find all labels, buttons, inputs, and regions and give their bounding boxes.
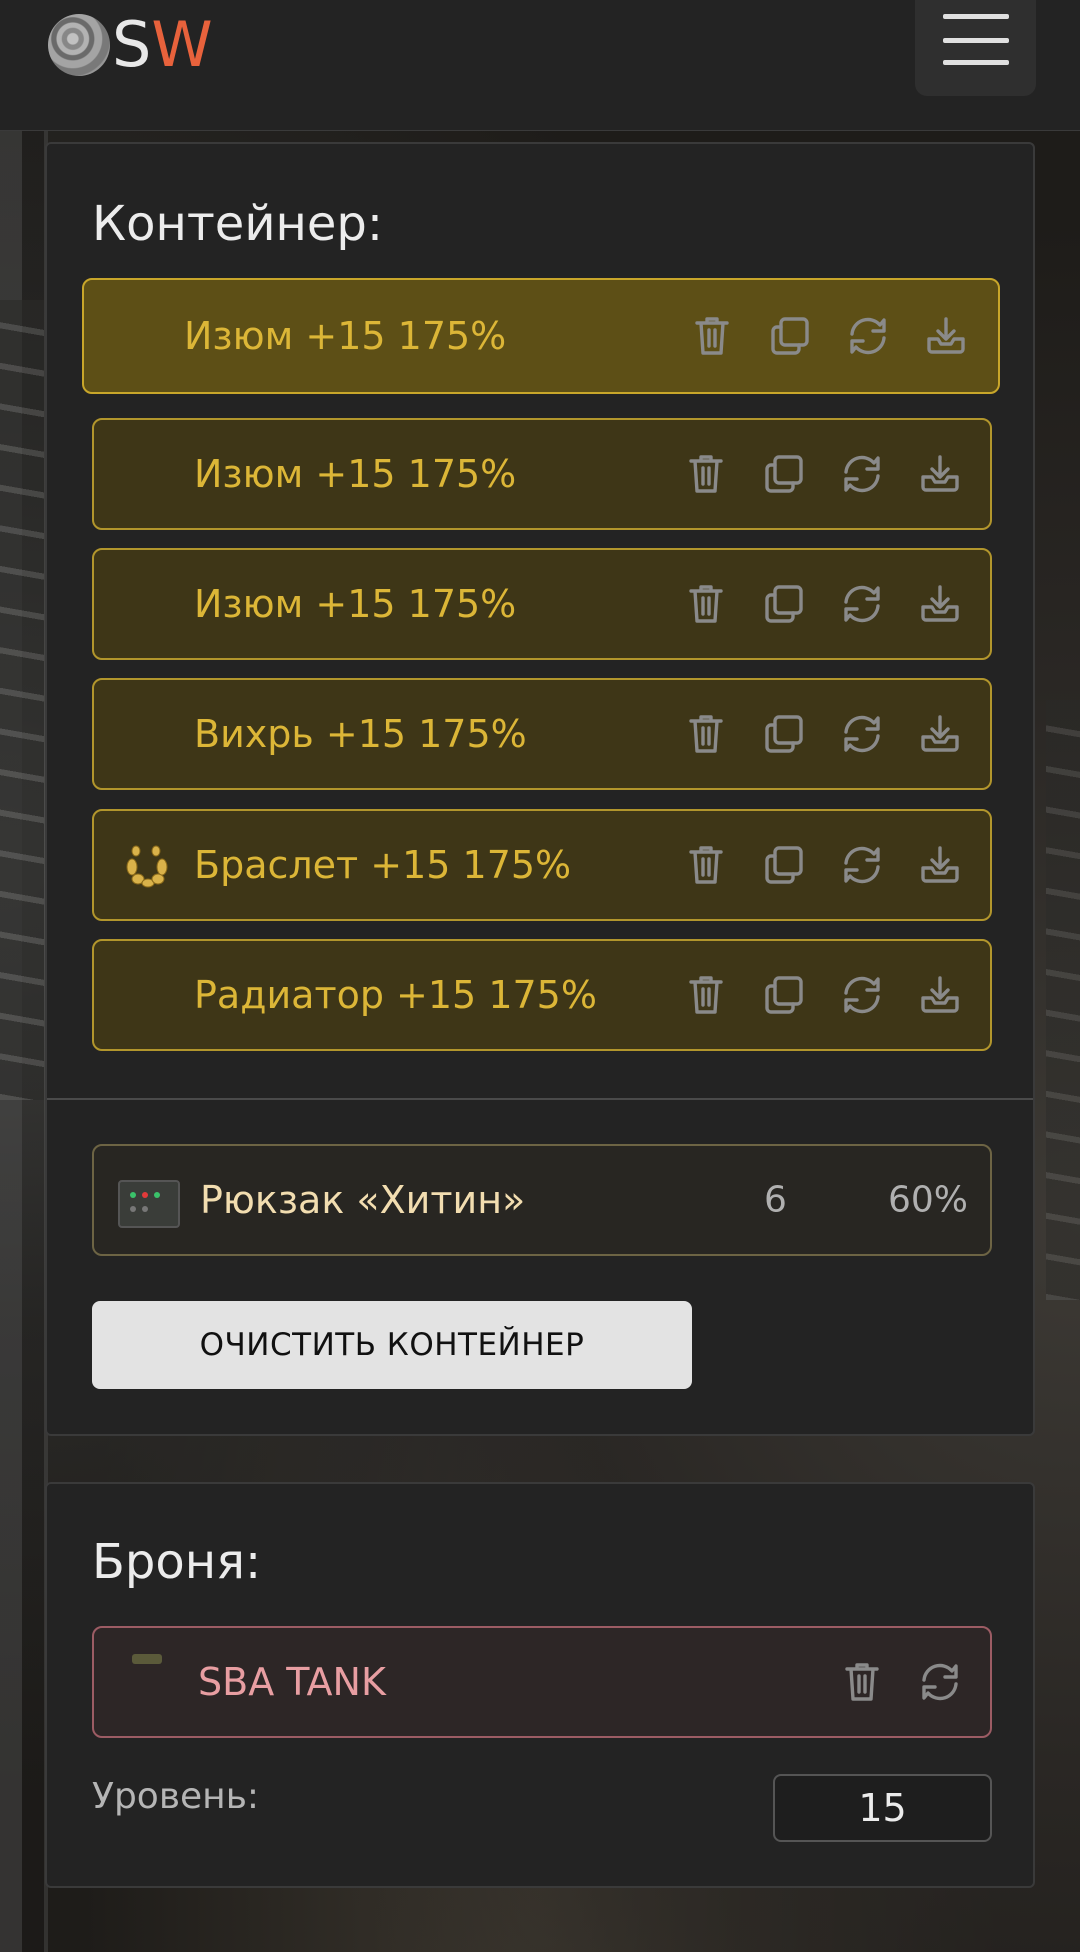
level-label: Уровень:: [92, 1776, 260, 1817]
container-item[interactable]: Вихрь +15 175%: [92, 678, 992, 790]
download-icon[interactable]: [916, 841, 964, 889]
logo-letter-w: W: [151, 8, 213, 81]
backpack-row[interactable]: Рюкзак «Хитин» 6 60%: [92, 1144, 992, 1256]
refresh-icon[interactable]: [838, 710, 886, 758]
backpack-name: Рюкзак «Хитин»: [200, 1178, 526, 1222]
container-card: Контейнер: Изюм +15 175% Изюм +15 175% Изю…: [45, 142, 1035, 1436]
copy-icon[interactable]: [760, 841, 808, 889]
container-title: Контейнер:: [92, 196, 384, 252]
section-divider: [47, 1098, 1033, 1100]
logo-letter-s: S: [112, 8, 152, 81]
armor-card: Броня: SBA TANK Уровень: 15: [45, 1482, 1035, 1888]
container-item-label: Вихрь +15 175%: [194, 712, 527, 756]
trash-icon[interactable]: [688, 312, 736, 360]
copy-icon[interactable]: [760, 710, 808, 758]
armor-item-label: SBA TANK: [198, 1660, 386, 1704]
armor-title: Броня:: [92, 1534, 262, 1590]
clear-container-button[interactable]: ОЧИСТИТЬ КОНТЕЙНЕР: [92, 1301, 692, 1389]
container-item-label: Изюм +15 175%: [184, 314, 507, 358]
trash-icon[interactable]: [682, 710, 730, 758]
backpack-slot-count: 6: [764, 1179, 787, 1221]
copy-icon[interactable]: [760, 580, 808, 628]
refresh-icon[interactable]: [916, 1658, 964, 1706]
refresh-icon[interactable]: [838, 580, 886, 628]
site-logo[interactable]: S W: [48, 10, 213, 80]
refresh-icon[interactable]: [838, 841, 886, 889]
download-icon[interactable]: [922, 312, 970, 360]
trash-icon[interactable]: [682, 841, 730, 889]
backpack-percent: 60%: [887, 1179, 968, 1221]
armor-item[interactable]: SBA TANK: [92, 1626, 992, 1738]
background-decoration: [1046, 700, 1080, 1300]
level-input[interactable]: 15: [773, 1774, 992, 1842]
backpack-icon: [118, 1180, 180, 1228]
copy-icon[interactable]: [766, 312, 814, 360]
trash-icon[interactable]: [682, 971, 730, 1019]
container-item[interactable]: Изюм +15 175%: [92, 548, 992, 660]
copy-icon[interactable]: [760, 971, 808, 1019]
refresh-icon[interactable]: [844, 312, 892, 360]
container-item[interactable]: Изюм +15 175%: [92, 418, 992, 530]
background-decoration: [0, 300, 44, 1100]
container-item[interactable]: Браслет +15 175%: [92, 809, 992, 921]
download-icon[interactable]: [916, 580, 964, 628]
download-icon[interactable]: [916, 971, 964, 1019]
logo-globe-icon: [48, 14, 110, 76]
container-item-label: Изюм +15 175%: [194, 452, 517, 496]
trash-icon[interactable]: [682, 450, 730, 498]
bracelet-artifact-icon: [122, 841, 170, 889]
hamburger-menu-button[interactable]: [915, 0, 1036, 96]
trash-icon[interactable]: [682, 580, 730, 628]
copy-icon[interactable]: [760, 450, 808, 498]
container-item-label: Радиатор +15 175%: [194, 973, 597, 1017]
download-icon[interactable]: [916, 450, 964, 498]
hamburger-icon: [943, 14, 1009, 19]
container-item-label: Браслет +15 175%: [194, 843, 572, 887]
refresh-icon[interactable]: [838, 450, 886, 498]
hamburger-icon: [943, 38, 1009, 43]
hamburger-icon: [943, 60, 1009, 65]
trash-icon[interactable]: [838, 1658, 886, 1706]
armor-icon: [132, 1654, 162, 1664]
container-item[interactable]: Изюм +15 175%: [82, 278, 1000, 394]
container-item[interactable]: Радиатор +15 175%: [92, 939, 992, 1051]
container-item-label: Изюм +15 175%: [194, 582, 517, 626]
top-header: S W: [0, 0, 1080, 131]
refresh-icon[interactable]: [838, 971, 886, 1019]
download-icon[interactable]: [916, 710, 964, 758]
